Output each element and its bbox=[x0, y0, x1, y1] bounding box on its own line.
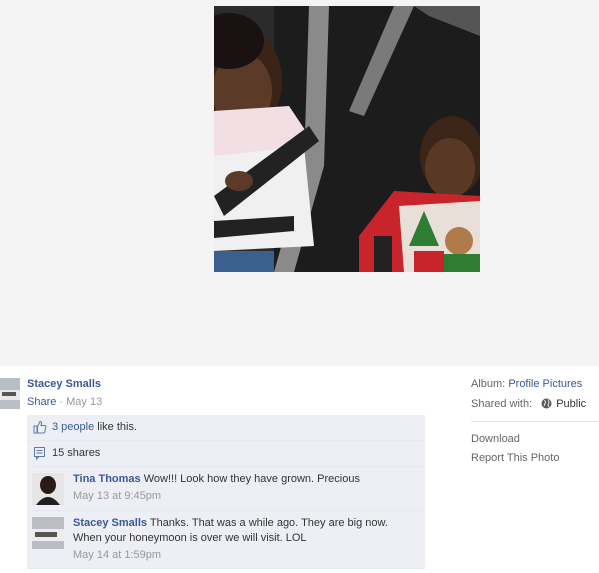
album-label: Album: bbox=[471, 378, 506, 390]
comment: Tina Thomas Wow!!! Look how they have gr… bbox=[27, 467, 425, 511]
commenter-avatar[interactable] bbox=[32, 517, 64, 549]
album-link[interactable]: Profile Pictures bbox=[508, 378, 582, 390]
album-line: Album: Profile Pictures bbox=[471, 378, 582, 390]
likes-text: 3 people like this. bbox=[52, 421, 137, 433]
comment-author[interactable]: Stacey Smalls bbox=[73, 517, 147, 529]
download-link[interactable]: Download bbox=[471, 433, 520, 445]
sidebar-divider bbox=[471, 421, 599, 422]
feedback-section: 3 people like this. 15 shares Tina Thoma… bbox=[27, 415, 425, 569]
report-photo-link[interactable]: Report This Photo bbox=[471, 452, 559, 464]
shares-row: 15 shares bbox=[27, 441, 425, 467]
comment-author[interactable]: Tina Thomas bbox=[73, 473, 141, 485]
share-icon bbox=[33, 446, 47, 461]
comment: Stacey Smalls Thanks. That was a while a… bbox=[27, 511, 425, 569]
likes-suffix: like this. bbox=[94, 421, 138, 433]
audience-line: Shared with: Public bbox=[471, 398, 586, 410]
post-date[interactable]: May 13 bbox=[66, 396, 102, 408]
audience-value[interactable]: Public bbox=[556, 398, 586, 410]
photo[interactable] bbox=[214, 6, 480, 272]
avatar-image bbox=[0, 378, 20, 409]
meta-separator: · bbox=[56, 396, 67, 408]
post-meta: Share · May 13 bbox=[27, 396, 102, 408]
share-link[interactable]: Share bbox=[27, 396, 56, 408]
comment-text: Wow!!! Look how they have grown. Preciou… bbox=[140, 473, 360, 485]
likes-row: 3 people like this. bbox=[27, 415, 425, 441]
avatar-image bbox=[32, 473, 64, 505]
commenter-avatar[interactable] bbox=[32, 473, 64, 505]
photo-stage bbox=[0, 0, 599, 366]
comment-timestamp[interactable]: May 13 at 9:45pm bbox=[73, 489, 419, 504]
avatar-image bbox=[32, 517, 64, 549]
globe-icon[interactable] bbox=[541, 398, 552, 409]
thumbs-up-icon bbox=[33, 420, 47, 434]
photo-image bbox=[214, 6, 480, 272]
likes-count-link[interactable]: 3 people bbox=[52, 421, 94, 433]
comment-body: Tina Thomas Wow!!! Look how they have gr… bbox=[73, 472, 419, 504]
comment-timestamp[interactable]: May 14 at 1:59pm bbox=[73, 548, 419, 563]
poster-avatar[interactable] bbox=[0, 378, 20, 409]
shares-link[interactable]: 15 shares bbox=[52, 447, 100, 459]
comment-body: Stacey Smalls Thanks. That was a while a… bbox=[73, 516, 419, 563]
poster-name[interactable]: Stacey Smalls bbox=[27, 378, 101, 390]
shared-with-label: Shared with: bbox=[471, 398, 533, 410]
